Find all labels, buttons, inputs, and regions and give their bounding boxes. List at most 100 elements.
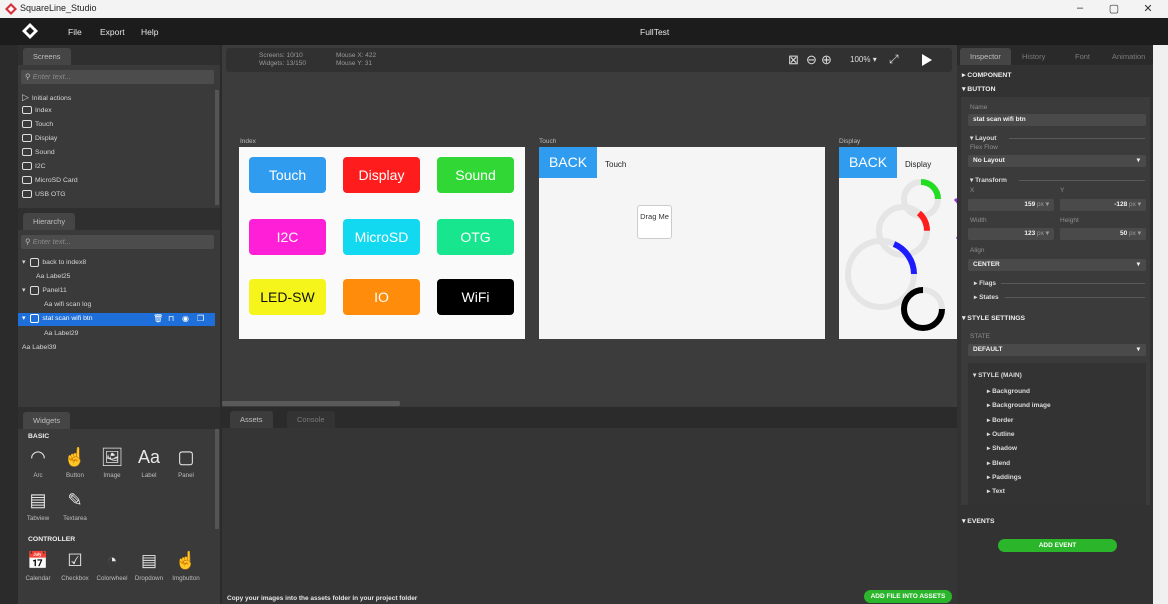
- display-back-button[interactable]: BACK: [839, 147, 897, 178]
- component-section[interactable]: ▸ COMPONENT: [962, 71, 1011, 79]
- states-header[interactable]: ▸ States: [974, 293, 999, 301]
- button-widget-icon[interactable]: ☝: [63, 446, 87, 468]
- hier-item-stat-scan-wifi-btn[interactable]: ▾ stat scan wifi btn 🗑 ⊓ ◉ ❐: [18, 313, 215, 326]
- index-button-i2c[interactable]: I2C: [249, 219, 326, 255]
- add-event-button[interactable]: ADD EVENT: [998, 539, 1117, 552]
- zoom-select[interactable]: 100% ▾: [850, 55, 877, 64]
- tab-inspector[interactable]: Inspector: [960, 48, 1011, 65]
- index-button-wifi[interactable]: WiFi: [437, 279, 514, 315]
- y-input[interactable]: -128 px ▾: [1060, 199, 1146, 211]
- drag-me-box[interactable]: Drag Me: [637, 205, 672, 239]
- arc-widget-icon[interactable]: ◠: [26, 446, 50, 468]
- events-section[interactable]: ▾ EVENTS: [962, 517, 995, 525]
- style-item-text[interactable]: ▸ Text: [987, 487, 1005, 495]
- lock-icon[interactable]: ⊓: [168, 314, 174, 323]
- maximize-button[interactable]: ▢: [1100, 2, 1128, 16]
- index-button-sound[interactable]: Sound: [437, 157, 514, 193]
- x-input[interactable]: 159 px ▾: [968, 199, 1054, 211]
- screen-item-touch[interactable]: Touch: [22, 118, 212, 132]
- style-item-background-image[interactable]: ▸ Background image: [987, 401, 1051, 409]
- fullscreen-icon[interactable]: ⤢: [889, 52, 899, 67]
- label-widget-icon[interactable]: Aa: [137, 446, 161, 468]
- tabview-widget-icon[interactable]: ▤: [26, 489, 50, 511]
- tab-history[interactable]: History: [1012, 48, 1055, 65]
- hier-item-wifi-scan-log[interactable]: Aa wifi scan log: [44, 298, 91, 312]
- hier-item-back-to-index8[interactable]: ▾ back to index8: [22, 256, 86, 270]
- add-file-into-assets-button[interactable]: ADD FILE INTO ASSETS: [864, 590, 952, 603]
- tab-console[interactable]: Console: [287, 411, 335, 428]
- screen-item-i2c[interactable]: I2C: [22, 160, 212, 174]
- index-button-microsd[interactable]: MicroSD: [343, 219, 420, 255]
- style-item-outline[interactable]: ▸ Outline: [987, 430, 1014, 438]
- hier-item-label39[interactable]: Aa Label39: [22, 341, 56, 355]
- minimize-button[interactable]: –: [1066, 2, 1094, 16]
- calendar-widget-icon[interactable]: 📅: [26, 550, 50, 572]
- tab-font[interactable]: Font: [1065, 48, 1100, 65]
- panel-widget-icon[interactable]: ▢: [174, 446, 198, 468]
- style-item-background[interactable]: ▸ Background: [987, 387, 1030, 395]
- index-button-touch[interactable]: Touch: [249, 157, 326, 193]
- eye-icon[interactable]: ◉: [182, 314, 189, 323]
- screens-search-input[interactable]: ⚲ Enter text...: [21, 70, 214, 84]
- hier-item-panel11[interactable]: ▾ Panel11: [22, 284, 67, 298]
- fit-screen-icon[interactable]: ⊠: [788, 52, 799, 68]
- hierarchy-search-input[interactable]: ⚲ Enter text...: [21, 235, 214, 249]
- layout-select[interactable]: No Layout ▾: [968, 155, 1146, 167]
- height-input[interactable]: 50 px ▾: [1060, 228, 1146, 240]
- index-button-led-sw[interactable]: LED-SW: [249, 279, 326, 315]
- transform-header[interactable]: ▾ Transform: [970, 176, 1007, 184]
- dropdown-widget-icon[interactable]: ▤: [137, 550, 161, 572]
- index-button-io[interactable]: IO: [343, 279, 420, 315]
- index-button-display[interactable]: Display: [343, 157, 420, 193]
- touch-screen[interactable]: BACK Touch Drag Me: [539, 147, 825, 339]
- flags-header[interactable]: ▸ Flags: [974, 279, 996, 287]
- style-settings-section[interactable]: ▾ STYLE SETTINGS: [962, 314, 1025, 322]
- screen-item-display[interactable]: Display: [22, 132, 212, 146]
- display-screen[interactable]: BACK Display: [839, 147, 957, 339]
- widgets-scrollbar[interactable]: [215, 429, 219, 529]
- tab-widgets[interactable]: Widgets: [23, 412, 71, 429]
- width-input[interactable]: 123 px ▾: [968, 228, 1054, 240]
- style-main-header[interactable]: ▾ STYLE (MAIN): [973, 371, 1022, 379]
- menu-file[interactable]: File: [68, 27, 82, 37]
- name-input[interactable]: stat scan wifi btn: [968, 114, 1146, 126]
- textarea-widget-icon[interactable]: ✎: [63, 489, 87, 511]
- delete-icon[interactable]: 🗑: [153, 314, 163, 323]
- index-button-otg[interactable]: OTG: [437, 219, 514, 255]
- screen-item-microsd[interactable]: MicroSD Card: [22, 174, 212, 188]
- menu-help[interactable]: Help: [141, 27, 158, 37]
- touch-back-button[interactable]: BACK: [539, 147, 597, 178]
- checkbox-widget-icon[interactable]: ☑: [63, 550, 87, 572]
- colorwheel-widget-icon[interactable]: ◔: [100, 550, 124, 572]
- play-icon[interactable]: [921, 53, 933, 67]
- screen-item-index[interactable]: Index: [22, 104, 212, 118]
- screens-scrollbar[interactable]: [215, 90, 219, 205]
- screen-item-initial-actions[interactable]: ▷ Initial actions: [22, 90, 212, 104]
- hier-item-label25[interactable]: Aa Label25: [36, 270, 70, 284]
- close-button[interactable]: ✕: [1134, 2, 1162, 16]
- image-widget-icon[interactable]: 🖼: [100, 446, 124, 468]
- menu-export[interactable]: Export: [100, 27, 125, 37]
- button-section[interactable]: ▾ BUTTON: [962, 85, 996, 93]
- style-item-blend[interactable]: ▸ Blend: [987, 459, 1010, 467]
- tab-assets[interactable]: Assets: [230, 411, 273, 428]
- imgbutton-widget-icon[interactable]: ☝: [174, 550, 198, 572]
- hier-item-label29[interactable]: Aa Label29: [44, 327, 78, 341]
- tab-hierarchy[interactable]: Hierarchy: [23, 213, 76, 230]
- duplicate-icon[interactable]: ❐: [197, 314, 204, 323]
- layout-header[interactable]: ▾ Layout: [970, 134, 996, 142]
- style-item-border[interactable]: ▸ Border: [987, 416, 1013, 424]
- screen-item-sound[interactable]: Sound: [22, 146, 212, 160]
- style-item-shadow[interactable]: ▸ Shadow: [987, 444, 1017, 452]
- index-screen[interactable]: Touch Display Sound I2C MicroSD OTG LED-SW IO Wi…: [239, 147, 525, 339]
- align-select[interactable]: CENTER ▾: [968, 259, 1146, 271]
- tab-animation[interactable]: Animation: [1102, 48, 1155, 65]
- canvas-h-scrollbar[interactable]: [222, 401, 400, 406]
- tab-screens[interactable]: Screens: [23, 48, 71, 65]
- widget-label-imgbutton: Imgbutton: [172, 575, 200, 582]
- style-item-paddings[interactable]: ▸ Paddings: [987, 473, 1021, 481]
- screen-item-usb-otg[interactable]: USB OTG: [22, 188, 212, 202]
- zoom-in-icon[interactable]: ⊕: [821, 52, 832, 68]
- state-select[interactable]: DEFAULT ▾: [968, 344, 1146, 356]
- zoom-out-icon[interactable]: ⊖: [806, 52, 817, 68]
